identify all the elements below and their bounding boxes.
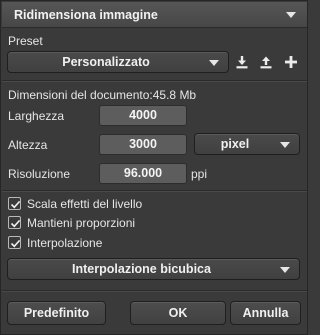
scale-effects-checkbox[interactable] bbox=[8, 197, 21, 210]
chevron-down-icon bbox=[280, 267, 290, 273]
interpolation-checkbox[interactable] bbox=[8, 236, 21, 249]
divider bbox=[2, 291, 307, 292]
constrain-proportions-checkbox[interactable] bbox=[8, 216, 21, 229]
interpolation-method-select[interactable]: Interpolazione bicubica bbox=[7, 258, 300, 280]
cancel-button[interactable]: Annulla bbox=[230, 301, 301, 325]
scale-effects-label: Scala effetti del livello bbox=[27, 197, 143, 211]
preset-select[interactable]: Personalizzato bbox=[7, 51, 229, 73]
resolution-label: Risoluzione bbox=[8, 167, 71, 181]
download-icon[interactable] bbox=[235, 55, 249, 69]
constrain-proportions-label: Mantieni proporzioni bbox=[27, 216, 136, 230]
preset-select-value: Personalizzato bbox=[62, 55, 150, 69]
height-label: Altezza bbox=[8, 138, 48, 152]
upload-icon[interactable] bbox=[259, 55, 273, 69]
unit-select-value: pixel bbox=[220, 137, 250, 151]
document-size-label-text: Dimensioni del documento: bbox=[8, 88, 153, 102]
resize-image-dialog: Ridimensiona immagine Preset Personalizz… bbox=[0, 0, 308, 335]
interpolation-label: Interpolazione bbox=[27, 236, 103, 250]
default-button[interactable]: Predefinito bbox=[7, 301, 106, 325]
preset-label: Preset bbox=[8, 34, 43, 48]
height-input[interactable]: 3000 bbox=[99, 134, 187, 155]
collapse-caret-icon[interactable] bbox=[286, 12, 296, 18]
divider bbox=[2, 191, 307, 192]
width-input[interactable]: 4000 bbox=[99, 105, 187, 126]
document-size-value: 45.8 Mb bbox=[152, 88, 197, 102]
divider bbox=[2, 81, 307, 82]
plus-icon[interactable] bbox=[284, 55, 298, 69]
chevron-down-icon bbox=[209, 60, 219, 66]
document-size-label: Dimensioni del documento:45.8 Mb bbox=[8, 88, 196, 102]
interpolation-method-value: Interpolazione bicubica bbox=[72, 262, 211, 276]
unit-select[interactable]: pixel bbox=[194, 133, 300, 155]
ok-button[interactable]: OK bbox=[130, 301, 226, 325]
chevron-down-icon bbox=[280, 142, 290, 148]
width-label: Larghezza bbox=[8, 109, 65, 123]
dialog-header[interactable]: Ridimensiona immagine bbox=[2, 2, 307, 28]
resolution-input[interactable]: 96.000 bbox=[99, 163, 187, 184]
resolution-unit: ppi bbox=[191, 167, 208, 181]
dialog-title: Ridimensiona immagine bbox=[14, 8, 158, 22]
